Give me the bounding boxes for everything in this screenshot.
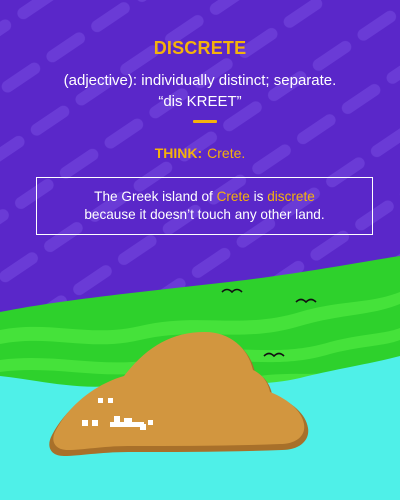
sentence-highlight-crete: Crete [216,188,250,204]
divider-line [193,120,217,123]
sentence-part-1: The Greek island of [94,188,217,204]
think-label: THINK: [154,145,203,161]
sentence-highlight-discrete: discrete [267,188,315,204]
vocabulary-card: DISCRETE (adjective): individually disti… [0,0,400,500]
sentence-part-2: is [249,188,268,204]
text-overlay: DISCRETE (adjective): individually disti… [0,0,400,260]
think-value: Crete. [207,145,246,161]
sentence-part-3: because it doesn’t touch any other land. [84,207,325,222]
pronunciation-text: “dis KREET” [158,93,242,110]
example-sentence-box: The Greek island of Crete is discrete bec… [36,177,373,235]
think-line: THINK: Crete. [0,145,400,161]
example-sentence: The Greek island of Crete is discrete bec… [74,188,334,225]
definition-text: (adjective): individually distinct; sepa… [63,72,337,89]
vocabulary-word: DISCRETE [153,38,247,58]
